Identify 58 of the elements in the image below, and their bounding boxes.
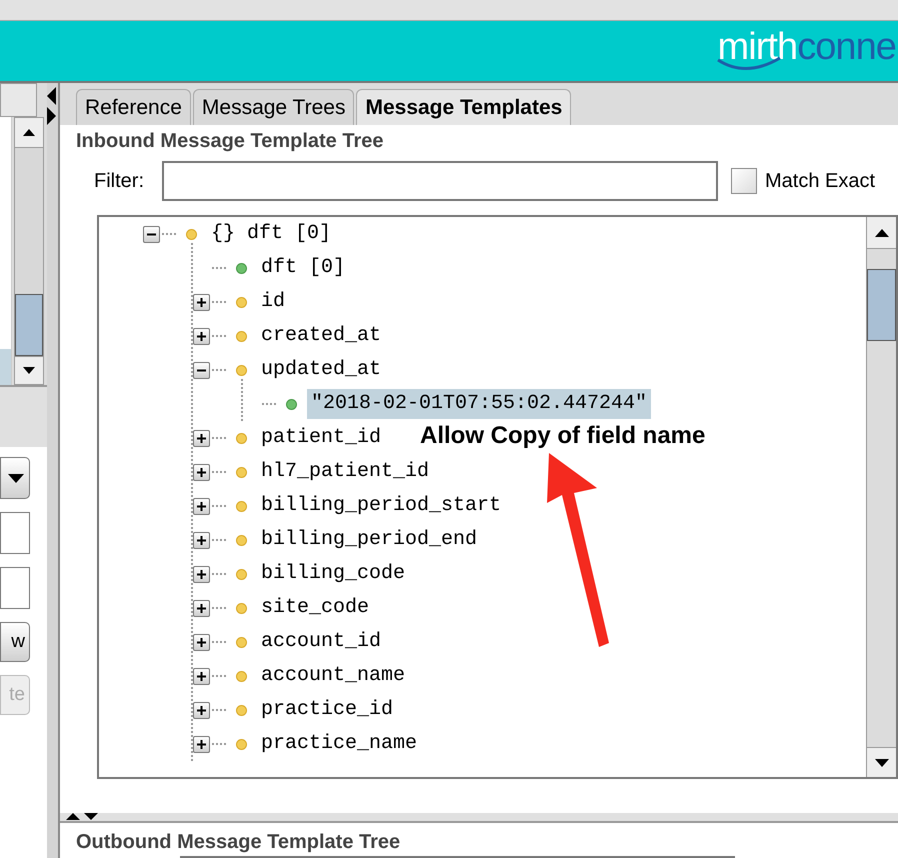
- expand-icon[interactable]: [193, 634, 210, 650]
- checkbox-label: Match Exact: [765, 169, 876, 194]
- expand-icon[interactable]: [193, 736, 210, 752]
- expand-icon[interactable]: [193, 294, 210, 310]
- caret-icon: [8, 474, 24, 482]
- right-arrow-icon[interactable]: [47, 107, 56, 125]
- up-arrow-icon[interactable]: [874, 228, 888, 236]
- scrollbar[interactable]: [14, 117, 44, 385]
- tree-node[interactable]: account_name: [257, 661, 410, 691]
- tab[interactable]: Message Templates: [356, 89, 572, 125]
- tree-node[interactable]: "2018-02-01T07:55:02.447244": [307, 389, 652, 419]
- tree-node[interactable]: billing_period_end: [257, 525, 482, 555]
- scrollbar-thumb[interactable]: [867, 269, 896, 341]
- collapse-icon[interactable]: [193, 362, 210, 378]
- checkbox[interactable]: [731, 168, 757, 194]
- section-title: Inbound Message Template Tree: [76, 129, 384, 154]
- expand-icon[interactable]: [193, 498, 210, 514]
- tree-node[interactable]: practice_id: [257, 695, 398, 725]
- up-arrow-icon[interactable]: [23, 129, 35, 136]
- expand-icon[interactable]: [193, 702, 210, 718]
- tree-node[interactable]: account_id: [257, 627, 386, 657]
- collapse-icon[interactable]: [143, 226, 160, 242]
- tree-node[interactable]: practice_name: [257, 729, 422, 759]
- tree-node[interactable]: billing_code: [257, 559, 410, 589]
- tree-node[interactable]: dft [0]: [257, 253, 350, 283]
- tab[interactable]: Message Trees: [192, 89, 354, 125]
- annotation-text: Allow Copy of field name: [420, 421, 706, 451]
- input-field[interactable]: [0, 512, 30, 554]
- filter-label: Filter:: [94, 169, 144, 194]
- expand-icon[interactable]: [193, 430, 210, 446]
- expand-icon[interactable]: [193, 464, 210, 480]
- tree-node[interactable]: {} dft [0]: [207, 219, 336, 249]
- tree-node[interactable]: hl7_patient_id: [257, 457, 434, 487]
- dropdown[interactable]: [0, 457, 30, 499]
- tree-node[interactable]: patient_id: [257, 423, 386, 453]
- scrollbar[interactable]: [866, 217, 896, 777]
- tree-node[interactable]: id: [257, 287, 290, 317]
- up-arrow-icon[interactable]: [66, 813, 80, 820]
- scrollbar-thumb[interactable]: [15, 294, 43, 356]
- tree-node[interactable]: created_at: [257, 321, 386, 351]
- expand-icon[interactable]: [193, 600, 210, 616]
- tree-node[interactable]: site_code: [257, 593, 374, 623]
- tree-node[interactable]: updated_at: [257, 355, 386, 385]
- expand-icon[interactable]: [193, 566, 210, 582]
- button[interactable]: w: [0, 622, 30, 662]
- tree-node[interactable]: billing_period_start: [257, 491, 506, 521]
- down-arrow-icon[interactable]: [84, 813, 98, 820]
- input-field[interactable]: [0, 567, 30, 609]
- down-arrow-icon[interactable]: [874, 758, 888, 766]
- down-arrow-icon[interactable]: [23, 367, 35, 374]
- expand-icon[interactable]: [193, 328, 210, 344]
- filter-field[interactable]: [162, 161, 718, 201]
- tab[interactable]: Reference: [76, 89, 191, 125]
- section-title: Outbound Message Template Tree: [75, 830, 402, 855]
- expand-icon[interactable]: [193, 532, 210, 548]
- left-arrow-icon[interactable]: [47, 87, 56, 105]
- expand-icon[interactable]: [193, 668, 210, 684]
- logo: mirthconne: [718, 26, 896, 68]
